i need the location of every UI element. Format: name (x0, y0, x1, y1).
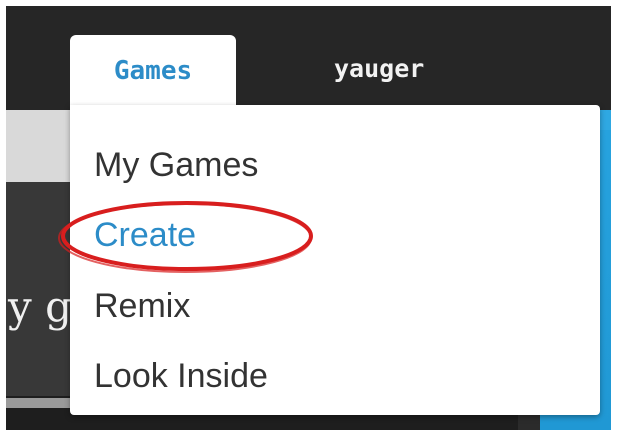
app-frame: Games yauger y g My Games Create Remix L… (6, 6, 611, 430)
games-tab-label: Games (113, 56, 193, 86)
menu-item-create[interactable]: Create (94, 216, 196, 255)
menu-item-look-inside[interactable]: Look Inside (94, 357, 268, 396)
background-partial-heading: y g (8, 282, 72, 331)
menu-item-my-games[interactable]: My Games (94, 146, 258, 185)
username-link[interactable]: yauger (334, 54, 424, 83)
games-menu-tab[interactable]: Games (70, 35, 236, 113)
games-dropdown-menu: My Games Create Remix Look Inside (70, 105, 600, 415)
background-header-strip (6, 110, 70, 182)
menu-item-remix[interactable]: Remix (94, 287, 190, 326)
top-navbar: Games yauger (6, 6, 611, 113)
background-divider (6, 398, 70, 408)
